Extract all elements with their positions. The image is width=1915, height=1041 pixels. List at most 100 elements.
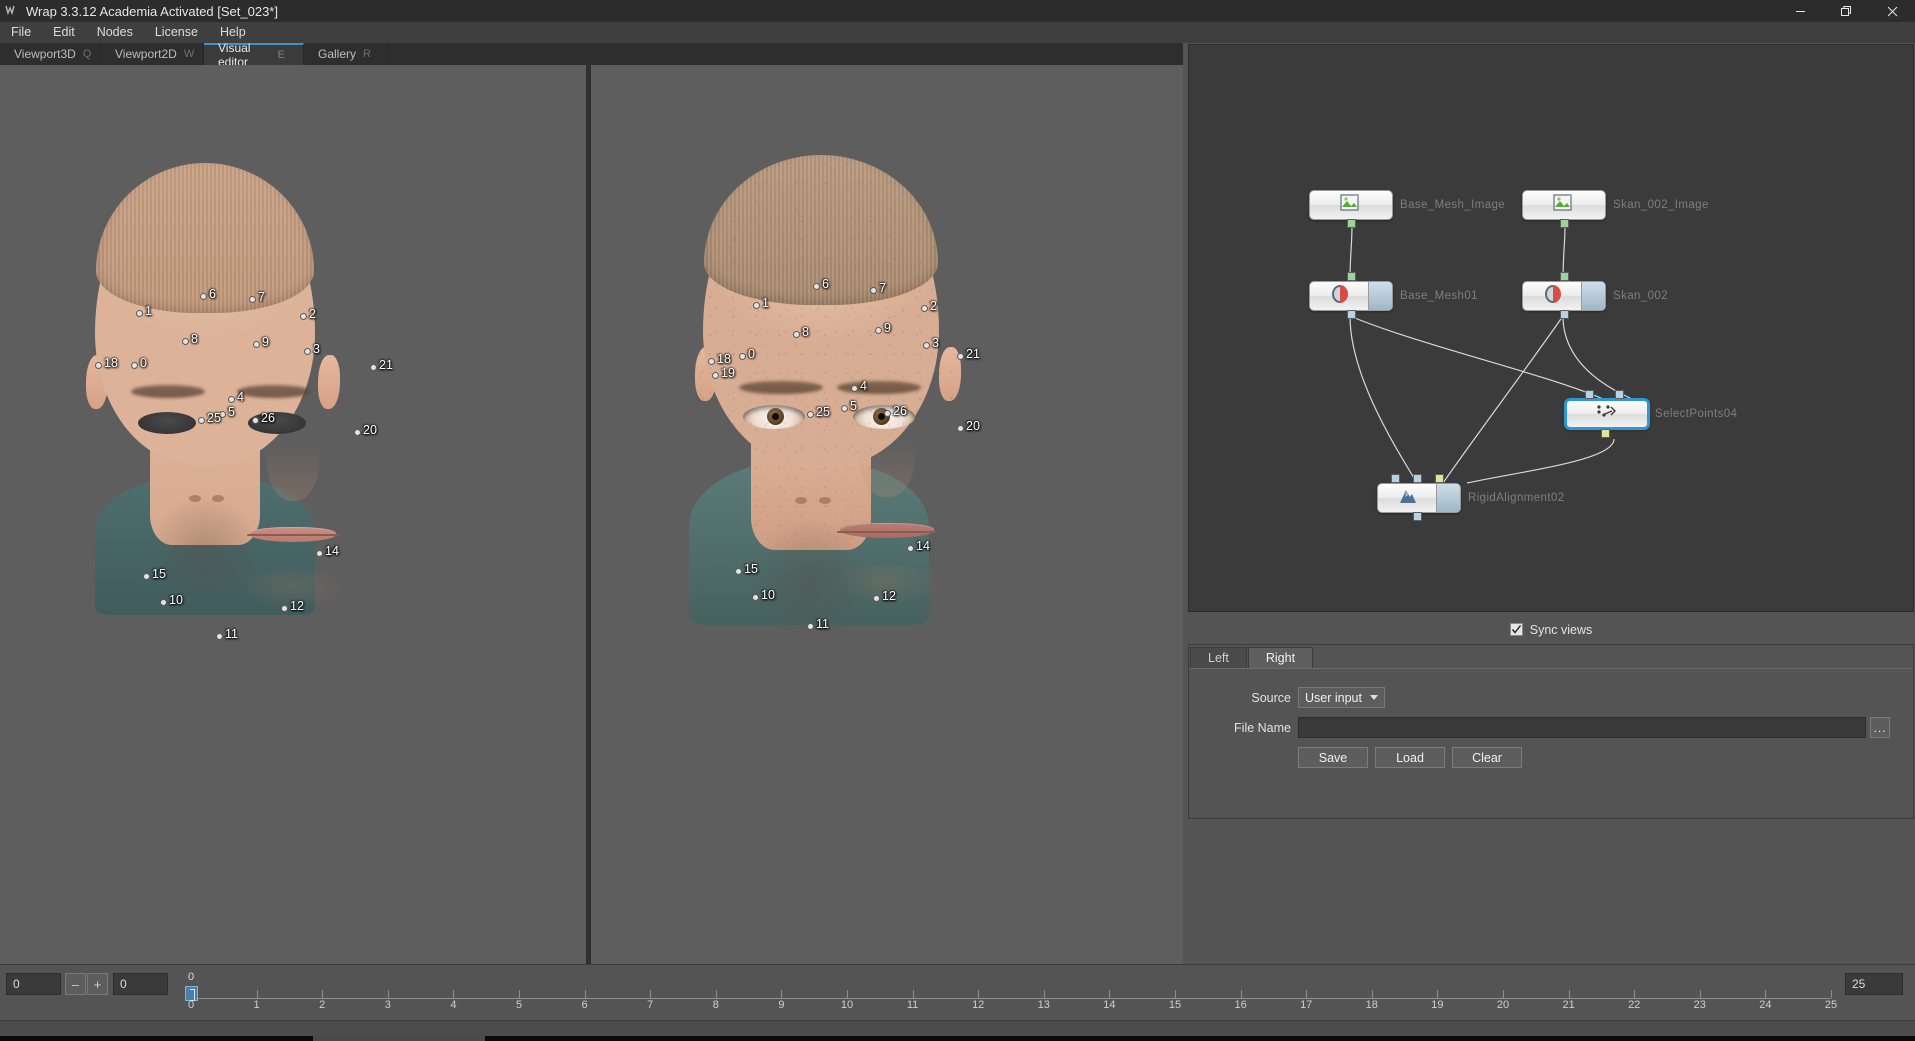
- landmark-point-12[interactable]: 12: [281, 599, 304, 613]
- menu-help[interactable]: Help: [209, 22, 257, 43]
- node-output-port[interactable]: [1347, 310, 1356, 319]
- menu-nodes[interactable]: Nodes: [86, 22, 144, 43]
- landmark-point-25[interactable]: 25: [198, 411, 221, 425]
- node-input-port-a[interactable]: [1585, 390, 1594, 399]
- landmark-point-15[interactable]: 15: [735, 562, 758, 576]
- base-mesh-viewport[interactable]: 1 6 7 2 8 9 3 18 0 21 4 5 25 26 20 14 15 10 12 11: [0, 65, 586, 964]
- landmark-point-20[interactable]: 20: [957, 419, 980, 433]
- node-selectpoints04[interactable]: SelectPoints04: [1565, 399, 1737, 429]
- node-input-port[interactable]: [1347, 272, 1356, 281]
- landmark-point-1[interactable]: 1: [136, 304, 152, 318]
- node-output-port[interactable]: [1601, 429, 1610, 438]
- timeline-tick-label: 8: [712, 999, 719, 1011]
- landmark-point-2[interactable]: 2: [921, 299, 937, 313]
- landmark-point-2[interactable]: 2: [300, 307, 316, 321]
- landmark-point-7[interactable]: 7: [870, 281, 886, 295]
- node-input-port-b[interactable]: [1413, 474, 1422, 483]
- landmark-point-6[interactable]: 6: [200, 287, 216, 301]
- range-end-input[interactable]: [1845, 973, 1903, 995]
- restore-icon[interactable]: [1823, 0, 1869, 22]
- landmark-point-10[interactable]: 10: [160, 593, 183, 607]
- landmark-point-10[interactable]: 10: [752, 588, 775, 602]
- timeline-playhead[interactable]: [185, 986, 198, 1001]
- landmark-point-0[interactable]: 0: [739, 347, 755, 361]
- taskbar-item[interactable]: [313, 1036, 485, 1041]
- node-input-port-a[interactable]: [1391, 474, 1400, 483]
- landmark-point-18[interactable]: 18: [708, 352, 731, 366]
- node-output-port[interactable]: [1413, 512, 1422, 521]
- landmark-point-14[interactable]: 14: [316, 544, 339, 558]
- landmark-point-21[interactable]: 21: [957, 347, 980, 361]
- source-select[interactable]: User input: [1298, 687, 1385, 708]
- frame-increment-button[interactable]: +: [87, 973, 108, 995]
- load-button[interactable]: Load: [1375, 747, 1445, 768]
- landmark-point-1[interactable]: 1: [753, 296, 769, 310]
- node-skan_002_image[interactable]: Skan_002_Image: [1522, 190, 1708, 220]
- node-output-port[interactable]: [1347, 219, 1356, 228]
- node-skan_002[interactable]: Skan_002: [1522, 281, 1668, 311]
- current-frame-input[interactable]: [113, 973, 168, 995]
- clear-button[interactable]: Clear: [1452, 747, 1522, 768]
- landmark-label-25: 25: [816, 405, 830, 419]
- menu-edit[interactable]: Edit: [42, 22, 86, 43]
- node-input-port-c[interactable]: [1435, 474, 1444, 483]
- browse-button[interactable]: ...: [1870, 717, 1890, 738]
- landmark-point-7[interactable]: 7: [249, 290, 265, 304]
- landmark-point-15[interactable]: 15: [143, 567, 166, 581]
- landmark-point-26[interactable]: 26: [252, 411, 275, 425]
- tab-viewport3d[interactable]: Viewport3D Q: [0, 43, 101, 65]
- node-graph-canvas[interactable]: Base_Mesh_Image Skan_002_Image Base_Mesh01…: [1188, 44, 1914, 612]
- node-input-port-b[interactable]: [1615, 390, 1624, 399]
- node-base_mesh01[interactable]: Base_Mesh01: [1309, 281, 1478, 311]
- timeline-ruler[interactable]: 0 1 2 3 4 5 6 7 8 9 10 11 12 13 14 15 16 17 18 19 20 21 22 23 24…: [185, 971, 1837, 1016]
- sync-views-checkbox[interactable]: [1509, 623, 1523, 636]
- tab-gallery[interactable]: Gallery R: [304, 43, 389, 65]
- mesh-node-icon: [1542, 284, 1564, 309]
- landmark-point-19[interactable]: 19: [712, 366, 735, 380]
- tab-visual-editor[interactable]: Visual editor E: [204, 41, 304, 69]
- landmark-point-18[interactable]: 18: [95, 356, 118, 370]
- save-button[interactable]: Save: [1298, 747, 1368, 768]
- node-output-port[interactable]: [1560, 310, 1569, 319]
- node-input-port[interactable]: [1560, 272, 1569, 281]
- node-base_mesh_image[interactable]: Base_Mesh_Image: [1309, 190, 1505, 220]
- landmark-point-9[interactable]: 9: [253, 335, 269, 349]
- scan-viewport[interactable]: 1 6 7 2 8 9 3 18 0 19 21 4 5 25 26 20 14 15 10 12 11: [591, 65, 1183, 964]
- landmark-point-4[interactable]: 4: [228, 390, 244, 404]
- close-icon[interactable]: [1869, 0, 1915, 22]
- landmark-point-6[interactable]: 6: [813, 277, 829, 291]
- landmark-point-9[interactable]: 9: [875, 321, 891, 335]
- landmark-point-0[interactable]: 0: [131, 356, 147, 370]
- landmark-point-25[interactable]: 25: [807, 405, 830, 419]
- eye-left-geometry: [138, 412, 196, 434]
- landmark-point-3[interactable]: 3: [304, 342, 320, 356]
- image-node-icon: [1340, 193, 1362, 218]
- menu-file[interactable]: File: [0, 22, 42, 43]
- landmark-point-26[interactable]: 26: [884, 404, 907, 418]
- tab-viewport2d[interactable]: Viewport2D W: [101, 43, 204, 65]
- menu-license[interactable]: License: [144, 22, 209, 43]
- landmark-point-4[interactable]: 4: [851, 379, 867, 393]
- frame-decrement-button[interactable]: –: [65, 973, 86, 995]
- landmark-label-25: 25: [207, 411, 221, 425]
- landmark-label-18: 18: [717, 352, 731, 366]
- node-rigidalignment02[interactable]: RigidAlignment02: [1377, 483, 1564, 513]
- landmark-point-21[interactable]: 21: [370, 358, 393, 372]
- landmark-point-11[interactable]: 11: [216, 627, 238, 641]
- landmark-point-5[interactable]: 5: [841, 399, 857, 413]
- landmark-label-1: 1: [145, 304, 152, 318]
- landmark-point-11[interactable]: 11: [807, 617, 829, 631]
- minimize-icon[interactable]: [1777, 0, 1823, 22]
- tab-left[interactable]: Left: [1190, 647, 1247, 668]
- landmark-point-14[interactable]: 14: [907, 539, 930, 553]
- landmark-point-3[interactable]: 3: [923, 336, 939, 350]
- tab-right[interactable]: Right: [1247, 647, 1314, 668]
- landmark-point-12[interactable]: 12: [873, 589, 896, 603]
- landmark-point-8[interactable]: 8: [793, 325, 809, 339]
- range-start-input[interactable]: [6, 973, 61, 995]
- landmark-point-8[interactable]: 8: [182, 332, 198, 346]
- file-name-input[interactable]: [1298, 717, 1866, 738]
- properties-body: Source User input File Name ... Save Loa…: [1190, 668, 1912, 817]
- node-output-port[interactable]: [1560, 219, 1569, 228]
- landmark-point-20[interactable]: 20: [354, 423, 377, 437]
